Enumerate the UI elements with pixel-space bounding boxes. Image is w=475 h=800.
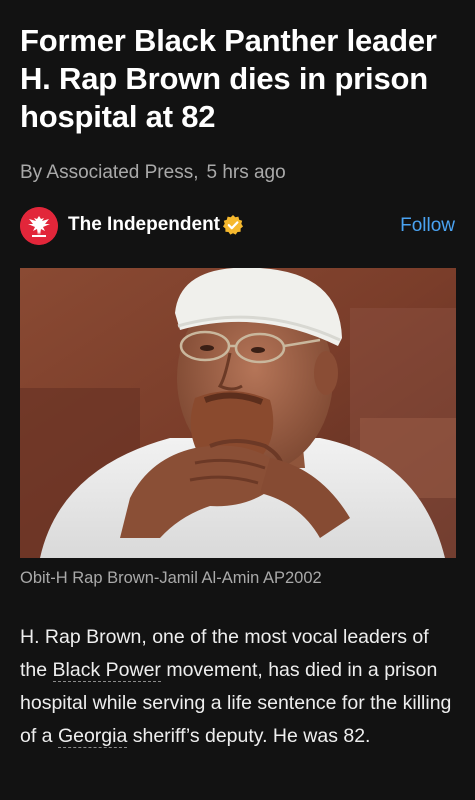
article-body: H. Rap Brown, one of the most vocal lead… [20,621,460,753]
article-view: Former Black Panther leader H. Rap Brown… [0,0,475,800]
link-black-power[interactable]: Black Power [52,659,161,682]
body-text-3: sheriff’s deputy. He was 82. [127,725,371,747]
byline: By Associated Press, 5 hrs ago [20,160,286,186]
link-georgia[interactable]: Georgia [57,725,128,748]
publisher-row: The Independent Follow [20,206,458,246]
article-headline: Former Black Panther leader H. Rap Brown… [20,23,437,134]
follow-button[interactable]: Follow [400,215,455,237]
photo-caption: Obit-H Rap Brown-Jamil Al-Amin AP2002 [20,569,322,587]
eagle-icon[interactable] [20,207,58,245]
publisher-name[interactable]: The Independent [68,214,220,236]
verified-badge-icon [222,214,244,236]
byline-author: By Associated Press, [20,162,199,183]
article-photo[interactable] [20,268,456,558]
byline-time: 5 hrs ago [206,162,286,183]
